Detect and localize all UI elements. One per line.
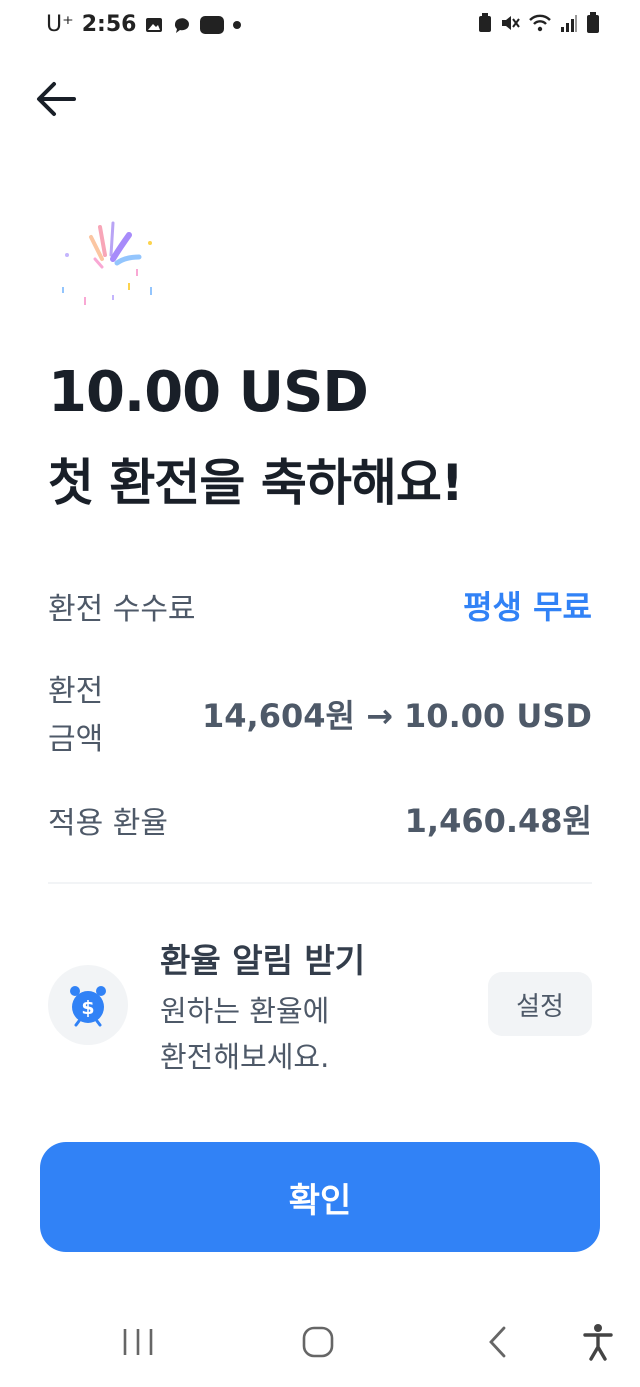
chevron-left-icon [489,1326,506,1358]
signal-icon [561,15,577,32]
confetti-icon [62,221,152,305]
amount-label-line2: 금액 [48,722,104,757]
rate-alert-title: 환율 알림 받기 [160,941,366,980]
recent-apps-icon [123,1329,153,1355]
status-bar: U⁺ 2:56 [0,0,640,50]
mute-icon [502,16,520,30]
bank-app-icon [200,15,225,34]
arrow-left-icon [37,82,76,116]
accessibility-button[interactable] [568,1318,628,1366]
alarm-badge: $ [48,965,128,1045]
amount-value: 14,604원 → 10.00 USD [202,697,592,735]
divider [48,882,592,884]
battery-icon [587,12,599,33]
rate-alert-desc-line1: 원하는 환율에 [160,994,330,1028]
alarm-clock-dollar-icon: $ [70,986,106,1027]
recent-apps-button[interactable] [108,1318,168,1366]
fee-value: 평생 무료 [463,588,592,626]
carrier-label: U⁺ [46,12,74,37]
confirm-button[interactable]: 확인 [40,1142,600,1252]
back-button[interactable] [30,75,82,123]
status-bar-left: U⁺ 2:56 [46,12,242,37]
rate-value: 1,460.48원 [404,802,592,840]
home-button[interactable] [288,1318,348,1366]
amount-label-line1: 환전 [48,674,104,709]
rate-alert-description: 원하는 환율에 환전해보세요. [160,988,329,1080]
chat-bubble-icon [175,17,190,33]
rate-label: 적용 환율 [48,806,168,841]
dot-icon [233,20,242,29]
fee-label: 환전 수수료 [48,592,196,627]
rate-alert-desc-line2: 환전해보세요. [160,1040,330,1074]
nav-back-button[interactable] [468,1318,528,1366]
clock: 2:56 [81,12,137,37]
svg-text:$: $ [81,997,94,1019]
status-bar-right [478,12,600,34]
wifi-icon [529,14,551,32]
system-nav-bar [0,1300,640,1387]
congrats-message: 첫 환전을 축하해요! [48,454,464,512]
accessibility-icon [583,1324,613,1361]
exchanged-amount-title: 10.00 USD [48,360,369,425]
home-icon [302,1326,334,1358]
gallery-icon [146,17,163,32]
battery-saver-icon [479,13,491,32]
rate-alert-settings-button[interactable]: 설정 [488,972,592,1036]
